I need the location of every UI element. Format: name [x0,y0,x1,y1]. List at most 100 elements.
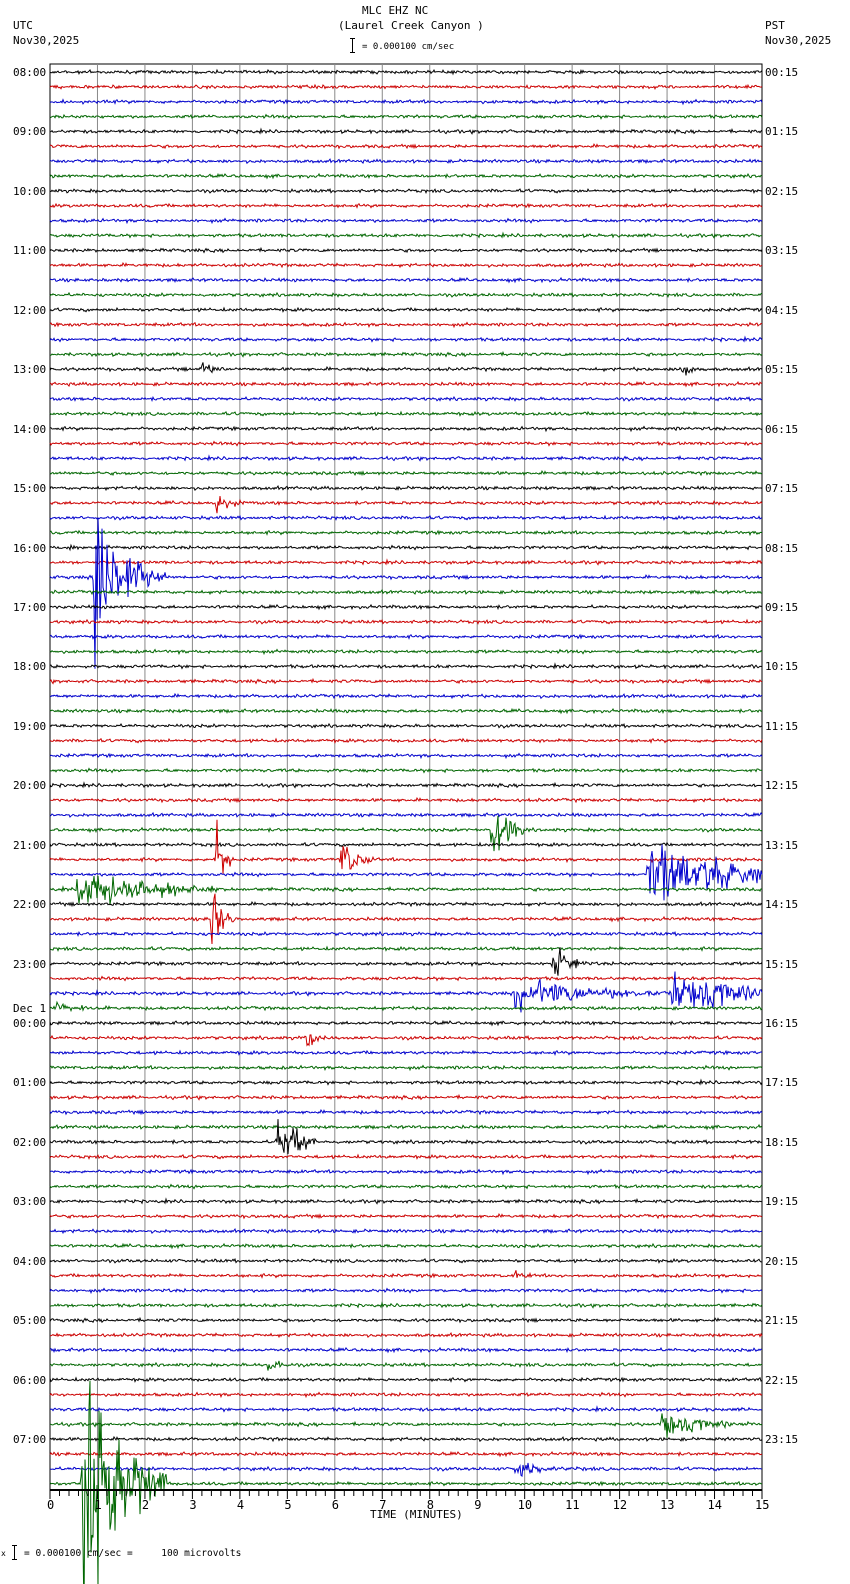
trace-37 [49,618,763,625]
pst-hour-label: 23:15 [765,1433,799,1447]
trace-83 [49,1301,763,1309]
trace-75 [49,1183,763,1190]
trace-9 [49,202,763,209]
trace-22 [49,395,763,402]
trace-56 [49,901,763,908]
x-tick-label: 1 [94,1498,102,1512]
pst-hour-label: 11:15 [765,719,799,733]
utc-hour-label: 18:00 [13,660,47,674]
trace-38 [49,633,763,640]
utc-hour-label: 12:00 [13,303,47,317]
x-tick-label: 11 [565,1498,580,1512]
utc-hour-label: 01:00 [13,1076,47,1090]
trace-16 [49,306,763,314]
trace-59 [49,945,763,952]
utc-hour-label: 21:00 [13,838,47,852]
pst-hour-label: 21:15 [765,1314,799,1328]
x-tick-label: 5 [284,1498,292,1512]
trace-78 [49,1228,763,1235]
x-tick-label: 0 [47,1498,55,1512]
trace-29 [49,496,763,514]
trace-8 [49,187,763,195]
trace-89 [49,1391,763,1399]
pst-hour-label: 04:15 [765,303,799,317]
trace-41 [49,677,763,685]
trace-58 [49,930,763,937]
trace-32 [49,543,763,552]
x-axis-label: TIME (MINUTES) [370,1508,463,1521]
x-tick-label: 10 [517,1498,533,1512]
trace-60 [49,947,763,976]
trace-77 [49,1212,763,1220]
trace-19 [49,350,763,358]
utc-hour-label: 23:00 [13,957,47,971]
trace-61 [50,975,763,982]
x-tick-label: 2 [141,1498,150,1512]
trace-72 [49,1119,763,1155]
trace-40 [49,662,763,670]
trace-53 [49,819,763,874]
trace-54 [49,844,763,901]
trace-84 [49,1316,763,1324]
trace-33 [49,558,763,566]
trace-10 [49,217,763,225]
trace-46 [49,752,763,760]
trace-26 [49,454,763,462]
trace-88 [49,1376,763,1383]
trace-76 [49,1197,762,1205]
trace-23 [49,410,763,417]
trace-73 [49,1153,763,1161]
utc-hour-label: 04:00 [13,1254,47,1268]
trace-48 [49,781,763,789]
pst-hour-label: 19:15 [765,1195,799,1209]
trace-1 [49,83,763,91]
x-tick-label: 12 [612,1498,628,1512]
trace-70 [49,1109,763,1116]
trace-81 [49,1270,763,1280]
trace-31 [49,529,763,537]
trace-43 [49,707,763,715]
trace-93 [49,1450,763,1458]
utc-hour-label: 14:00 [13,422,47,436]
trace-34 [49,518,763,669]
trace-0 [49,68,763,76]
x-tick-label: 15 [755,1498,770,1512]
trace-92 [49,1435,763,1443]
trace-14 [49,276,763,284]
utc-hour-label: 10:00 [13,184,47,198]
trace-66 [49,1049,763,1057]
trace-3 [49,113,763,120]
trace-15 [49,291,763,299]
pst-hour-label: 07:15 [765,482,799,496]
utc-hour-label: 07:00 [13,1433,47,1447]
trace-63 [49,1000,763,1013]
utc-hour-label: 15:00 [13,482,47,496]
trace-65 [49,1034,763,1047]
pst-hour-label: 22:15 [765,1373,799,1387]
trace-2 [49,98,763,106]
trace-50 [49,811,763,818]
trace-20 [49,362,763,376]
pst-hour-label: 14:15 [765,898,799,912]
trace-57 [49,893,763,945]
trace-4 [49,127,763,135]
pst-hour-label: 15:15 [765,957,799,971]
trace-5 [49,143,763,150]
x-tick-label: 13 [660,1498,675,1512]
trace-79 [49,1242,763,1250]
trace-86 [49,1346,763,1354]
utc-hour-label: 05:00 [13,1314,47,1328]
utc-hour-label: 08:00 [13,66,47,79]
pst-hour-label: 13:15 [765,838,799,852]
x-tick-label: 6 [331,1498,340,1512]
trace-36 [49,603,763,611]
pst-hour-label: 08:15 [765,541,799,555]
trace-7 [49,172,763,180]
footer-scale-text: = 0.000100 cm/sec = 100 microvolts [24,1548,242,1559]
utc-hour-label: 11:00 [13,244,47,258]
trace-17 [49,321,763,329]
trace-30 [49,514,763,521]
trace-47 [49,767,763,774]
pst-hour-label: 00:15 [765,66,799,79]
utc-hour-label: 03:00 [13,1195,47,1209]
